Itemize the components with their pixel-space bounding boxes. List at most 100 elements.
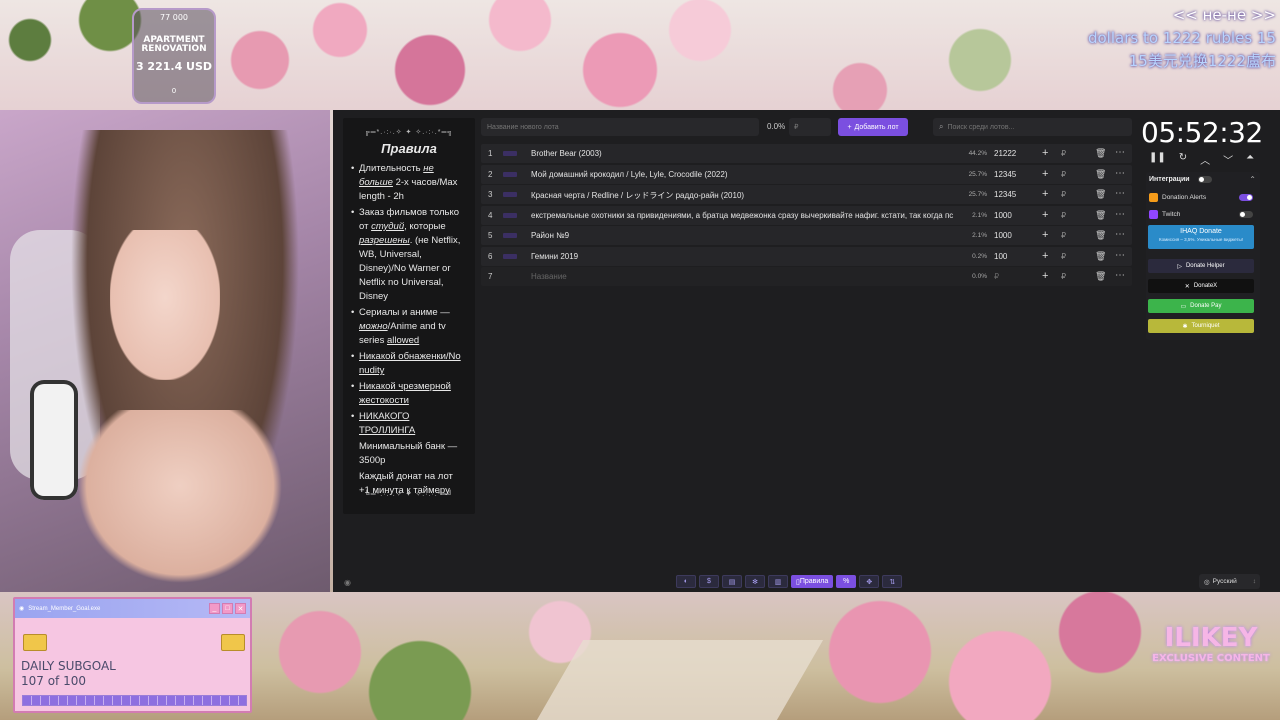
- trash-icon[interactable]: 🗑: [1095, 251, 1106, 262]
- subgoal-window: ◉ Stream_Member_Goal.exe _ □ ✕ DAILY SUB…: [13, 597, 252, 713]
- trash-icon[interactable]: 🗑: [1095, 230, 1106, 241]
- add-amount-icon[interactable]: +: [1042, 209, 1048, 221]
- donation-alerts-row: Donation Alerts: [1149, 193, 1253, 202]
- ruble-icon[interactable]: ₽: [1061, 252, 1066, 261]
- close-icon: ✕: [235, 603, 246, 614]
- more-icon[interactable]: ⋯: [1115, 147, 1125, 158]
- lot-name-placeholder[interactable]: Название: [531, 272, 956, 281]
- lot-name[interactable]: екстремальные охотники за привидениями, …: [531, 211, 956, 220]
- lot-number: 6: [488, 251, 493, 261]
- trash-icon[interactable]: 🗑: [1095, 189, 1106, 200]
- donation-alerts-label: Donation Alerts: [1162, 194, 1207, 201]
- trash-icon[interactable]: 🗑: [1095, 169, 1106, 180]
- ruble-icon[interactable]: ₽: [1061, 170, 1066, 179]
- trash-icon[interactable]: 🗑: [1095, 271, 1106, 282]
- goal-title: APARTMENT RENOVATION: [141, 35, 207, 54]
- ruble-icon[interactable]: ₽: [1061, 272, 1066, 281]
- lot-amount[interactable]: 1000: [994, 231, 1034, 240]
- eye-icon[interactable]: ◉: [344, 578, 351, 587]
- currency-overlay: << не-не >> dollars to 1222 rubles 15 15…: [1088, 4, 1276, 73]
- streamer-face: [110, 230, 220, 380]
- trash-icon[interactable]: 🗑: [1095, 148, 1106, 159]
- language-label: Русский: [1212, 578, 1237, 585]
- percent-icon[interactable]: %: [836, 575, 857, 588]
- ruble-icon[interactable]: ₽: [1061, 231, 1066, 240]
- bug-icon[interactable]: ✻: [745, 575, 765, 588]
- lot-search[interactable]: ⌕: [933, 118, 1132, 136]
- lot-name[interactable]: Район №9: [531, 231, 956, 240]
- language-select[interactable]: ◎ Русский ↕: [1199, 574, 1260, 589]
- donate-pay-button[interactable]: ▭ Donate Pay: [1148, 299, 1254, 313]
- add-lot-button[interactable]: + Добавить лот: [838, 118, 908, 136]
- trash-icon[interactable]: 🗑: [1095, 210, 1106, 221]
- tourniquet-button[interactable]: ✱ Tourniquet: [1148, 319, 1254, 333]
- add-amount-icon[interactable]: +: [1042, 168, 1048, 180]
- lot-amount[interactable]: 100: [994, 252, 1034, 261]
- more-icon[interactable]: ⋯: [1115, 168, 1125, 179]
- donation-alerts-toggle[interactable]: [1239, 194, 1253, 201]
- lot-row[interactable]: 2 Мой домашний крокодил / Lyle, Lyle, Cr…: [481, 164, 1132, 184]
- lot-name[interactable]: Brother Bear (2003): [531, 149, 956, 158]
- new-lot-price-input[interactable]: [789, 118, 831, 136]
- double-chevron-up-icon[interactable]: ⏶: [1246, 152, 1254, 167]
- ruble-icon[interactable]: ₽: [1061, 211, 1066, 220]
- add-amount-icon[interactable]: +: [1042, 270, 1048, 282]
- lot-row[interactable]: 3 Красная черта / Redline / レッドライン раддо…: [481, 185, 1132, 204]
- book-icon[interactable]: ▤: [722, 575, 742, 588]
- more-icon[interactable]: ⋯: [1115, 270, 1125, 281]
- lot-name[interactable]: Мой домашний крокодил / Lyle, Lyle, Croc…: [531, 170, 956, 179]
- github-icon[interactable]: ◐: [676, 575, 696, 588]
- more-icon[interactable]: ⋯: [1115, 229, 1125, 240]
- reset-icon[interactable]: ↻: [1179, 152, 1187, 167]
- tab-rules[interactable]: ▯ Правила: [791, 575, 834, 588]
- more-icon[interactable]: ⋯: [1115, 209, 1125, 220]
- twitch-toggle[interactable]: [1239, 211, 1253, 218]
- more-icon[interactable]: ⋯: [1115, 250, 1125, 261]
- lot-row[interactable]: 1 Brother Bear (2003) 44.2% 21222 + ₽ 🗑 …: [481, 144, 1132, 163]
- dollar-icon[interactable]: $: [699, 575, 719, 588]
- search-icon: ⌕: [939, 122, 944, 131]
- lot-name[interactable]: Красная черта / Redline / レッドライン раддо-р…: [531, 190, 956, 201]
- chevron-down-icon[interactable]: ﹀: [1223, 152, 1233, 167]
- more-icon[interactable]: ⋯: [1115, 188, 1125, 199]
- webcam-feed: [0, 110, 330, 592]
- rules-title: Правила: [381, 141, 437, 156]
- lot-amount-placeholder[interactable]: ₽: [994, 272, 1034, 281]
- watermark-title: ILIKEY: [1164, 623, 1258, 653]
- add-amount-icon[interactable]: +: [1042, 250, 1048, 262]
- move-icon[interactable]: ✥: [859, 575, 880, 588]
- chart-icon[interactable]: ▥: [768, 575, 788, 588]
- new-lot-input[interactable]: [481, 118, 759, 136]
- lot-amount[interactable]: 12345: [994, 170, 1034, 179]
- lot-amount[interactable]: 12345: [994, 190, 1034, 199]
- add-amount-icon[interactable]: +: [1042, 229, 1048, 241]
- pause-icon[interactable]: ❚❚: [1149, 152, 1166, 167]
- collapse-icon[interactable]: ⌃: [1249, 175, 1256, 184]
- ruble-icon[interactable]: ₽: [1061, 190, 1066, 199]
- rule-item: Минимальный банк — 3500р: [359, 441, 458, 466]
- donatex-button[interactable]: ✕ DonateX: [1148, 279, 1254, 293]
- rule-item: Никакой чрезмерной жестокости: [351, 380, 465, 408]
- donation-goal-widget: 77 000 APARTMENT RENOVATION 3 221.4 USD …: [132, 8, 216, 104]
- streamer-body: [60, 410, 300, 592]
- lot-name[interactable]: Гемини 2019: [531, 252, 956, 261]
- lot-row[interactable]: 6 Гемини 2019 0.2% 100 + ₽ 🗑 ⋯: [481, 246, 1132, 266]
- lot-row[interactable]: 5 Район №9 2.1% 1000 + ₽ 🗑 ⋯: [481, 226, 1132, 245]
- lot-row-new[interactable]: 7 Название 0.0% ₽ + ₽ 🗑 ⋯: [481, 267, 1132, 286]
- lot-number: 2: [488, 169, 493, 179]
- integrations-toggle[interactable]: [1198, 176, 1212, 183]
- lot-color-swatch: [503, 171, 517, 177]
- lot-search-input[interactable]: [947, 123, 1118, 131]
- ihaq-donate-button[interactable]: IHAQ Donate Комиссия – 3,5%. Уникальные …: [1148, 225, 1254, 249]
- donate-helper-button[interactable]: ▷ Donate Helper: [1148, 259, 1254, 273]
- ruble-icon[interactable]: ₽: [1061, 149, 1066, 158]
- globe-icon: ◎: [1204, 578, 1210, 586]
- add-amount-icon[interactable]: +: [1042, 188, 1048, 200]
- lot-amount[interactable]: 1000: [994, 211, 1034, 220]
- add-amount-icon[interactable]: +: [1042, 147, 1048, 159]
- sort-icon[interactable]: ⇅: [882, 575, 903, 588]
- lot-row[interactable]: 4 екстремальные охотники за привидениями…: [481, 205, 1132, 225]
- lot-amount[interactable]: 21222: [994, 149, 1034, 158]
- chevron-up-icon[interactable]: ︿: [1200, 152, 1210, 167]
- window-buttons: _ □ ✕: [209, 603, 246, 614]
